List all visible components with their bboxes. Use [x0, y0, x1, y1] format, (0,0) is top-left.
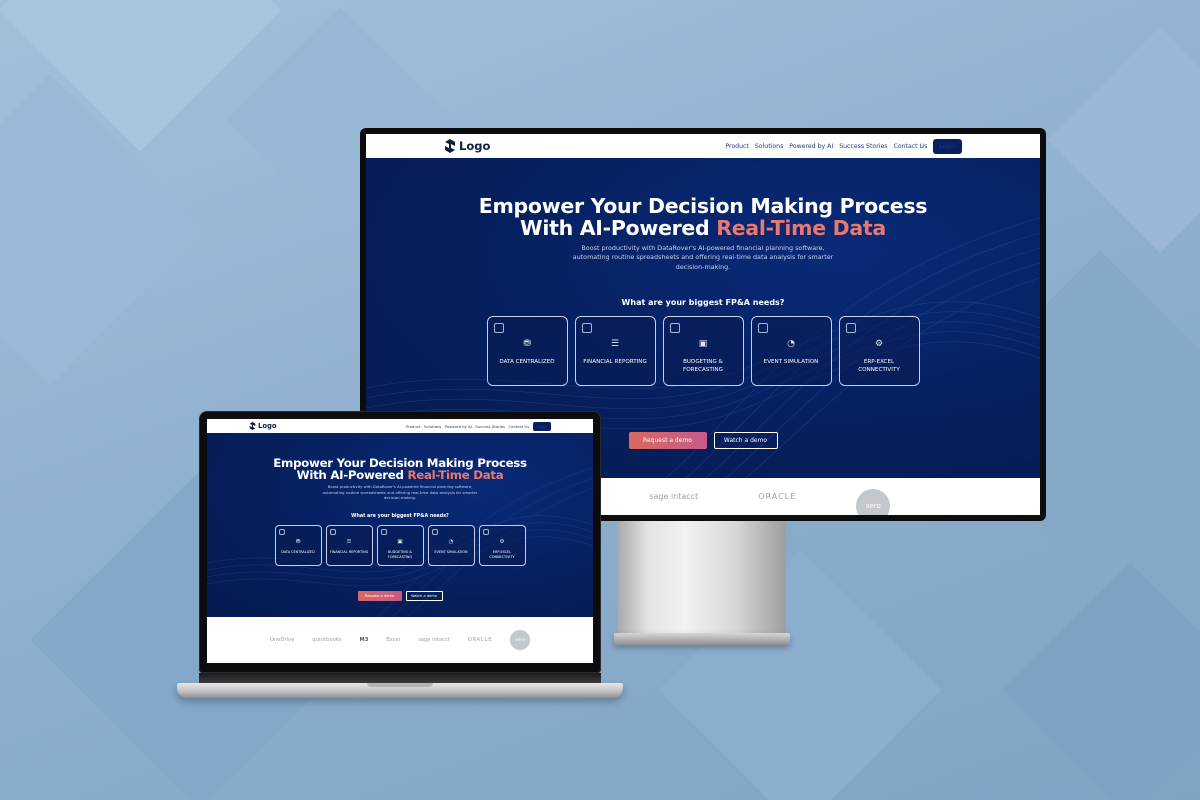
need-card-budgeting-forecasting[interactable]: ▣ BUDGETING & FORECASTING — [662, 316, 744, 386]
simulation-icon: ◔ — [448, 539, 454, 545]
logo[interactable]: Logo — [444, 139, 490, 153]
checkbox[interactable] — [581, 323, 592, 333]
hero-title-line2: With AI-Powered Real-Time Data — [366, 215, 1040, 240]
partner-logo-xero: xero — [510, 630, 531, 650]
need-card-budgeting-forecasting[interactable]: ▣ BUDGETING & FORECASTING — [376, 525, 424, 566]
nav-item-solutions[interactable]: Solutions — [755, 143, 783, 150]
need-card-label: BUDGETING & FORECASTING — [387, 550, 413, 559]
checkbox[interactable] — [757, 323, 768, 333]
partner-logo-quickbooks: quickbooks — [312, 637, 342, 643]
login-button[interactable]: Login — [532, 421, 551, 431]
nav-item-success-stories[interactable]: Success Stories — [839, 143, 887, 150]
hero-title: Empower Your Decision Making Process Wit… — [207, 457, 593, 482]
hero-title-accent: Real-Time Data — [407, 468, 504, 483]
partner-logo-m3: M3 — [359, 637, 369, 643]
hero-title-accent: Real-Time Data — [716, 215, 886, 240]
hero-subtitle: Boost productivity with DataRover's AI-p… — [322, 484, 478, 500]
hero-title: Empower Your Decision Making Process Wit… — [366, 194, 1040, 240]
watch-demo-button[interactable]: Watch a demo — [405, 591, 443, 601]
nav-item-success-stories[interactable]: Success Stories — [475, 424, 505, 429]
report-icon: ☰ — [346, 539, 352, 545]
nav-item-contact-us[interactable]: Contact Us — [894, 143, 928, 150]
need-card-data-centralized[interactable]: ⛃ DATA CENTRALIZED — [274, 525, 322, 566]
gear-icon: ⚙ — [874, 339, 884, 349]
logo-mark-icon — [249, 422, 256, 430]
need-card-label: EVENT SIMULATION — [763, 359, 819, 365]
watch-demo-button[interactable]: Watch a demo — [713, 432, 778, 449]
need-card-financial-reporting[interactable]: ☰ FINANCIAL REPORTING — [574, 316, 656, 386]
hero-section: Empower Your Decision Making Process Wit… — [207, 433, 593, 617]
cta-buttons: Request a demo Watch a demo — [207, 591, 593, 601]
need-card-event-simulation[interactable]: ◔ EVENT SIMULATION — [750, 316, 832, 386]
partner-logo-onedrive: OneDrive — [269, 637, 295, 643]
logo-text: Logo — [459, 139, 491, 153]
database-icon: ⛃ — [523, 339, 531, 349]
need-card-label: DATA CENTRALIZED — [281, 550, 315, 554]
nav-item-product[interactable]: Product — [406, 424, 420, 429]
needs-question: What are your biggest FP&A needs? — [621, 298, 785, 307]
hero-subtitle: Boost productivity with DataRover's AI-p… — [572, 244, 834, 271]
nav-item-powered-by-ai[interactable]: Powered by AI — [789, 143, 833, 150]
partner-logo-xero: xero — [856, 488, 891, 515]
partner-logo-excel: Excel — [386, 637, 401, 643]
need-card-label: DATA CENTRALIZED — [499, 359, 555, 365]
need-card-event-simulation[interactable]: ◔ EVENT SIMULATION — [427, 525, 475, 566]
nav-item-powered-by-ai[interactable]: Powered by AI — [445, 424, 472, 429]
partner-logos: OneDrive quickbooks M3 Excel sage intacc… — [207, 617, 593, 663]
checkbox[interactable] — [669, 323, 680, 333]
need-card-financial-reporting[interactable]: ☰ FINANCIAL REPORTING — [325, 525, 373, 566]
need-card-label: EVENT SIMULATION — [434, 550, 468, 554]
nav-item-product[interactable]: Product — [725, 143, 749, 150]
needs-cards: ⛃ DATA CENTRALIZED ☰ FINANCIAL REPORTING… — [366, 316, 1040, 386]
report-icon: ☰ — [610, 339, 620, 349]
gear-icon: ⚙ — [499, 539, 505, 545]
simulation-icon: ◔ — [787, 339, 795, 349]
nav-item-solutions[interactable]: Solutions — [424, 424, 441, 429]
chart-icon: ▣ — [397, 539, 403, 545]
login-button[interactable]: Login — [933, 138, 962, 154]
partner-logo-sage: sage intacct — [418, 637, 450, 643]
laptop-notch — [367, 683, 433, 687]
partner-logo-oracle: ORACLE — [467, 637, 493, 643]
need-card-erp-excel-connectivity[interactable]: ⚙ ERP-EXCEL CONNECTIVITY — [478, 525, 526, 566]
checkbox[interactable] — [845, 323, 856, 333]
need-card-erp-excel-connectivity[interactable]: ⚙ ERP-EXCEL CONNECTIVITY — [838, 316, 920, 386]
request-demo-button[interactable]: Request a demo — [628, 432, 707, 449]
need-card-data-centralized[interactable]: ⛃ DATA CENTRALIZED — [486, 316, 568, 386]
hero-title-line1: Empower Your Decision Making Process — [478, 194, 928, 218]
checkbox[interactable] — [278, 529, 285, 535]
hero-title-line2: With AI-Powered Real-Time Data — [207, 469, 593, 481]
logo[interactable]: Logo — [249, 422, 277, 430]
navbar: Logo Product Solutions Powered by AI Suc… — [207, 419, 593, 433]
need-card-label: FINANCIAL REPORTING — [329, 550, 369, 554]
need-card-label: ERP-EXCEL CONNECTIVITY — [489, 550, 515, 559]
needs-cards: ⛃ DATA CENTRALIZED ☰ FINANCIAL REPORTING… — [207, 525, 593, 566]
website: Logo Product Solutions Powered by AI Suc… — [207, 419, 593, 663]
chart-icon: ▣ — [698, 339, 708, 349]
checkbox[interactable] — [431, 529, 438, 535]
partner-logo-oracle: ORACLE — [758, 492, 797, 501]
monitor-stand — [618, 521, 786, 637]
checkbox[interactable] — [493, 323, 504, 333]
request-demo-button[interactable]: Request a demo — [357, 591, 402, 601]
needs-question: What are your biggest FP&A needs? — [351, 514, 449, 519]
need-card-label: FINANCIAL REPORTING — [583, 359, 647, 365]
hero-title-line2-prefix: With AI-Powered — [296, 468, 408, 483]
nav-menu: Product Solutions Powered by AI Success … — [719, 138, 962, 154]
nav-item-contact-us[interactable]: Contact Us — [509, 424, 530, 429]
partner-logo-sage: sage intacct — [649, 492, 699, 501]
checkbox[interactable] — [380, 529, 387, 535]
checkbox[interactable] — [329, 529, 336, 535]
navbar: Logo Product Solutions Powered by AI Suc… — [366, 134, 1040, 158]
laptop-hinge — [199, 673, 601, 683]
checkbox[interactable] — [482, 529, 489, 535]
need-card-label: BUDGETING & FORECASTING — [683, 359, 723, 373]
logo-mark-icon — [445, 139, 455, 153]
nav-menu: Product Solutions Powered by AI Success … — [403, 421, 551, 431]
monitor-stand-base — [614, 633, 790, 645]
need-card-label: ERP-EXCEL CONNECTIVITY — [858, 359, 900, 373]
hero-title-line2-prefix: With AI-Powered — [520, 215, 717, 240]
database-icon: ⛃ — [295, 539, 301, 545]
logo-text: Logo — [258, 422, 277, 430]
